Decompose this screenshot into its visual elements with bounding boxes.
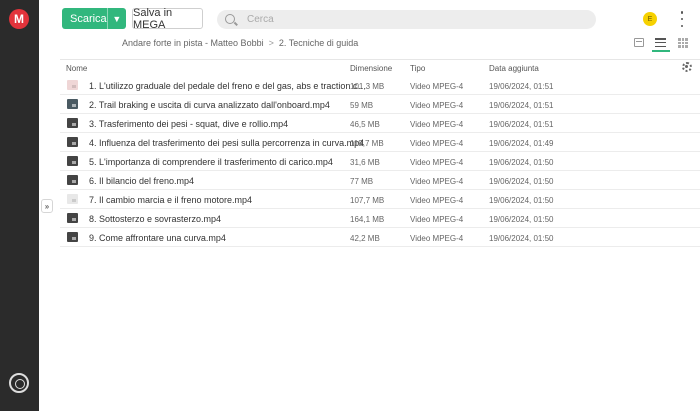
table-row[interactable]: 6. Il bilancio del freno.mp4 77 MB Video M… [60, 171, 700, 190]
search-bar[interactable] [217, 10, 596, 29]
file-name: 3. Trasferimento dei pesi - squat, dive … [89, 119, 289, 129]
file-size: 59 MB [350, 101, 374, 110]
video-thumbnail-icon [67, 232, 78, 242]
active-view-indicator [652, 50, 670, 52]
file-name: 1. L'utilizzo graduale del pedale del fr… [89, 81, 368, 91]
file-name: 2. Trail braking e uscita di curva anali… [89, 100, 330, 110]
file-type: Video MPEG-4 [410, 139, 464, 148]
file-size: 101,3 MB [350, 82, 385, 91]
breadcrumb-item-current[interactable]: 2. Tecniche di guida [279, 38, 358, 48]
video-thumbnail-icon [67, 213, 78, 223]
file-name: 7. Il cambio marcia e il freno motore.mp… [89, 195, 253, 205]
column-header-type[interactable]: Tipo [410, 64, 425, 73]
file-date: 19/06/2024, 01:51 [489, 82, 554, 91]
column-header-size[interactable]: Dimensione [350, 64, 392, 73]
file-name: 6. Il bilancio del freno.mp4 [89, 176, 195, 186]
file-size: 77 MB [350, 177, 374, 186]
file-type: Video MPEG-4 [410, 158, 464, 167]
table-row[interactable]: 5. L'importanza di comprendere il trasfe… [60, 152, 700, 171]
download-button[interactable]: Scarica ▼ [62, 8, 126, 29]
table-row[interactable]: 7. Il cambio marcia e il freno motore.mp… [60, 190, 700, 209]
video-thumbnail-icon [67, 80, 78, 90]
file-date: 19/06/2024, 01:50 [489, 234, 554, 243]
file-size: 164,1 MB [350, 215, 385, 224]
file-size: 42,2 MB [350, 234, 380, 243]
video-thumbnail-icon [67, 156, 78, 166]
file-name: 5. L'importanza di comprendere il trasfe… [89, 157, 333, 167]
table-row[interactable]: 2. Trail braking e uscita di curva anali… [60, 95, 700, 114]
file-name: 8. Sottosterzo e sovrasterzo.mp4 [89, 214, 222, 224]
table-row[interactable]: 9. Come affrontare una curva.mp4 42,2 MB V… [60, 228, 700, 247]
file-type: Video MPEG-4 [410, 196, 464, 205]
chevron-down-icon[interactable]: ▼ [106, 8, 126, 29]
file-size: 46,5 MB [350, 120, 380, 129]
sync-icon[interactable] [9, 373, 29, 393]
avatar[interactable]: E [643, 12, 657, 26]
list-view-icon[interactable] [655, 38, 666, 47]
expand-sidebar-icon[interactable]: » [41, 199, 53, 213]
video-thumbnail-icon [67, 175, 78, 185]
file-date: 19/06/2024, 01:51 [489, 101, 554, 110]
file-date: 19/06/2024, 01:50 [489, 196, 554, 205]
breadcrumb-separator: > [268, 38, 274, 48]
file-date: 19/06/2024, 01:51 [489, 120, 554, 129]
mega-logo-icon[interactable]: M [9, 9, 29, 29]
thumbnail-view-icon[interactable] [634, 38, 644, 47]
search-input[interactable] [247, 12, 577, 27]
file-size: 107,7 MB [350, 196, 385, 205]
gear-icon[interactable] [682, 62, 692, 72]
file-type: Video MPEG-4 [410, 82, 464, 91]
video-thumbnail-icon [67, 137, 78, 147]
file-type: Video MPEG-4 [410, 101, 464, 110]
table-row[interactable]: 8. Sottosterzo e sovrasterzo.mp4 164,1 MB… [60, 209, 700, 228]
file-date: 19/06/2024, 01:50 [489, 215, 554, 224]
column-header-name[interactable]: Nome [66, 64, 87, 73]
file-date: 19/06/2024, 01:50 [489, 177, 554, 186]
file-date: 19/06/2024, 01:49 [489, 139, 554, 148]
breadcrumb: Andare forte in pista - Matteo Bobbi >2. … [122, 38, 358, 48]
file-name: 4. Influenza del trasferimento dei pesi … [89, 138, 365, 148]
file-size: 31,6 MB [350, 158, 380, 167]
video-thumbnail-icon [67, 99, 78, 109]
download-button-label: Scarica [70, 12, 107, 25]
table-row[interactable]: 3. Trasferimento dei pesi - squat, dive … [60, 114, 700, 133]
file-date: 19/06/2024, 01:50 [489, 158, 554, 167]
file-size: 119,7 MB [350, 139, 384, 148]
file-list: 1. L'utilizzo graduale del pedale del fr… [60, 76, 700, 247]
search-icon [225, 14, 235, 24]
breadcrumb-item-folder[interactable]: Andare forte in pista - Matteo Bobbi [122, 38, 264, 48]
table-row[interactable]: 4. Influenza del trasferimento dei pesi … [60, 133, 700, 152]
file-type: Video MPEG-4 [410, 177, 464, 186]
left-sidebar: M [0, 0, 39, 411]
video-thumbnail-icon [67, 118, 78, 128]
kebab-menu-icon[interactable] [679, 11, 685, 27]
video-thumbnail-icon [67, 194, 78, 204]
column-header-date[interactable]: Data aggiunta [489, 64, 539, 73]
table-row[interactable]: 1. L'utilizzo graduale del pedale del fr… [60, 76, 700, 95]
file-type: Video MPEG-4 [410, 120, 464, 129]
file-name: 9. Come affrontare una curva.mp4 [89, 233, 226, 243]
file-type: Video MPEG-4 [410, 234, 464, 243]
save-to-mega-button[interactable]: Salva in MEGA [132, 7, 203, 31]
header-divider [60, 59, 700, 60]
file-type: Video MPEG-4 [410, 215, 464, 224]
grid-view-icon[interactable] [678, 38, 688, 48]
